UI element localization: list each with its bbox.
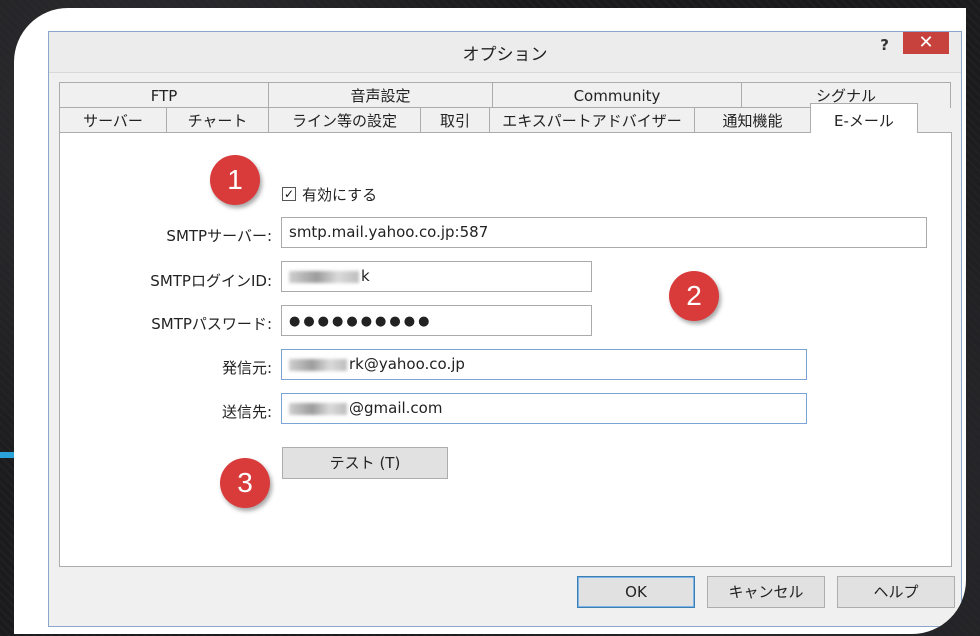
test-button[interactable]: テスト (T) (282, 447, 448, 479)
close-button[interactable]: ✕ (903, 32, 949, 54)
to-visible: @gmail.com (349, 399, 443, 417)
tab-trade[interactable]: 取引 (420, 107, 490, 133)
smtp-password-label: SMTPパスワード: (151, 315, 272, 333)
tab-sound[interactable]: 音声設定 (268, 82, 493, 108)
email-settings-panel: ✓ 有効にする SMTPサーバー: smtp.mail.yahoo.co.jp:… (59, 132, 952, 567)
callout-badge-3: 3 (220, 458, 270, 508)
tab-row-2: サーバー チャート ライン等の設定 取引 エキスパートアドバイザー 通知機能 E… (59, 103, 918, 133)
redacted-text (289, 270, 359, 283)
tab-community[interactable]: Community (492, 82, 742, 108)
tab-line-settings[interactable]: ライン等の設定 (268, 107, 421, 133)
callout-badge-2: 2 (669, 271, 719, 321)
cancel-button[interactable]: キャンセル (707, 576, 825, 608)
to-label: 送信先: (221, 403, 272, 421)
smtp-password-input[interactable]: ●●●●●●●●●● (281, 305, 592, 336)
smtp-login-input[interactable]: k (281, 261, 592, 292)
tab-ftp[interactable]: FTP (59, 82, 269, 108)
help-question-button[interactable]: ? (880, 36, 889, 54)
tab-chart[interactable]: チャート (166, 107, 269, 133)
enable-checkbox[interactable]: ✓ (282, 187, 296, 201)
ok-button[interactable]: OK (577, 576, 695, 608)
from-label: 発信元: (221, 359, 272, 377)
from-visible: rk@yahoo.co.jp (349, 355, 465, 373)
screenshot-frame: オプション ? ✕ FTP 音声設定 Community シグナル サーバー チ… (14, 8, 966, 634)
smtp-login-label: SMTPログインID: (150, 272, 272, 290)
to-input[interactable]: @gmail.com (281, 393, 807, 424)
tab-email[interactable]: E-メール (810, 103, 918, 133)
enable-checkbox-label: 有効にする (302, 186, 378, 204)
redacted-text (289, 402, 347, 415)
smtp-server-input[interactable]: smtp.mail.yahoo.co.jp:587 (281, 217, 927, 248)
close-icon: ✕ (918, 32, 934, 53)
options-dialog: オプション ? ✕ FTP 音声設定 Community シグナル サーバー チ… (48, 31, 962, 627)
callout-badge-1: 1 (210, 155, 260, 205)
title-bar: オプション ? ✕ (49, 32, 961, 73)
dialog-title: オプション (462, 45, 548, 65)
from-input[interactable]: rk@yahoo.co.jp (281, 349, 807, 380)
tab-expert-advisor[interactable]: エキスパートアドバイザー (489, 107, 695, 133)
redacted-text (289, 358, 347, 371)
smtp-server-label: SMTPサーバー: (166, 227, 272, 245)
password-dots: ●●●●●●●●●● (289, 314, 433, 329)
tab-notifications[interactable]: 通知機能 (694, 107, 811, 133)
tab-server[interactable]: サーバー (59, 107, 167, 133)
smtp-login-visible: k (361, 267, 370, 285)
help-button[interactable]: ヘルプ (837, 576, 955, 608)
